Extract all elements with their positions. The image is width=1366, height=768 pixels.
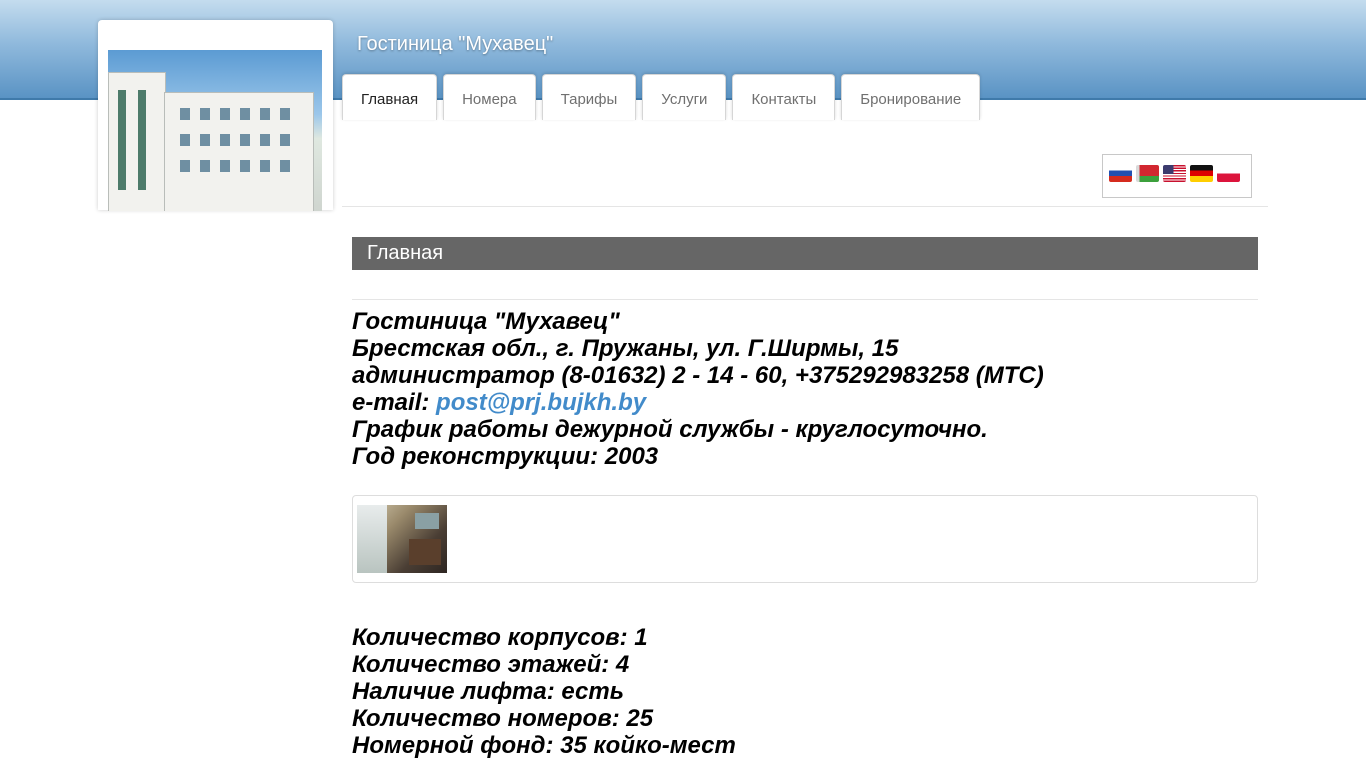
flag-by-icon[interactable] bbox=[1136, 165, 1159, 182]
site-title: Гостиница "Мухавец" bbox=[357, 33, 554, 55]
flag-de-icon[interactable] bbox=[1190, 165, 1213, 182]
email-line: e-mail: post@prj.bujkh.by bbox=[352, 389, 1044, 416]
tab-contacts[interactable]: Контакты bbox=[732, 74, 836, 120]
photo-gallery bbox=[352, 495, 1258, 583]
tab-rooms[interactable]: Номера bbox=[443, 74, 536, 120]
tab-rates[interactable]: Тарифы bbox=[541, 74, 637, 120]
stat-beds: Номерной фонд: 35 койко-мест bbox=[352, 732, 736, 759]
stat-rooms: Количество номеров: 25 bbox=[352, 705, 654, 732]
hotel-info: Гостиница "Мухавец" Брестская обл., г. П… bbox=[352, 308, 1044, 470]
email-label: e-mail: bbox=[352, 389, 437, 416]
stat-floors: Количество этажей: 4 bbox=[352, 651, 630, 678]
hotel-name: Гостиница "Мухавец" bbox=[352, 308, 620, 335]
main-nav: Главная Номера Тарифы Услуги Контакты Бр… bbox=[342, 74, 981, 120]
hotel-stats: Количество корпусов: 1 Количество этажей… bbox=[352, 624, 736, 759]
hotel-photo[interactable] bbox=[108, 50, 322, 211]
divider bbox=[352, 299, 1258, 300]
stat-elevator: Наличие лифта: есть bbox=[352, 678, 624, 705]
email-link[interactable]: post@prj.bujkh.by bbox=[436, 389, 646, 416]
hotel-address: Брестская обл., г. Пружаны, ул. Г.Ширмы,… bbox=[352, 335, 899, 362]
tab-home[interactable]: Главная bbox=[342, 74, 438, 120]
stat-buildings: Количество корпусов: 1 bbox=[352, 624, 648, 651]
flag-pl-icon[interactable] bbox=[1217, 165, 1240, 182]
gallery-thumbnail[interactable] bbox=[357, 505, 447, 573]
hotel-schedule: График работы дежурной службы - круглосу… bbox=[352, 416, 988, 443]
flag-ru-icon[interactable] bbox=[1109, 165, 1132, 182]
hotel-reconstruction: Год реконструкции: 2003 bbox=[352, 443, 659, 470]
tab-booking[interactable]: Бронирование bbox=[841, 74, 981, 120]
divider bbox=[342, 206, 1268, 207]
flag-en-icon[interactable] bbox=[1163, 165, 1186, 182]
language-switcher bbox=[1102, 154, 1252, 198]
tab-services[interactable]: Услуги bbox=[642, 74, 727, 120]
logo-panel bbox=[98, 20, 333, 211]
hotel-phone: администратор (8-01632) 2 - 14 - 60, +37… bbox=[352, 362, 1044, 389]
page-title: Главная bbox=[352, 237, 1258, 270]
